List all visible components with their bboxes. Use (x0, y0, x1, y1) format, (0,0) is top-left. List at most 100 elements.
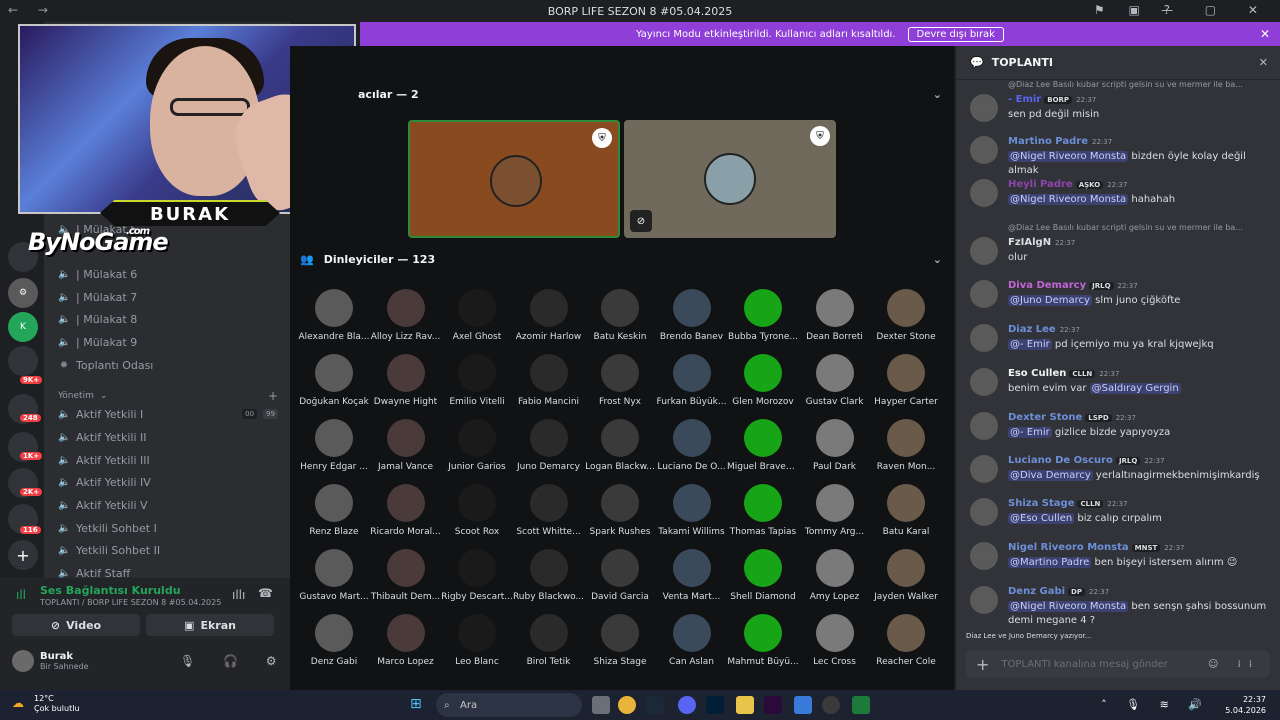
user-mention[interactable]: @- Emir (1008, 427, 1052, 438)
voice-status[interactable]: Ses Bağlantısı Kuruldu (40, 584, 181, 597)
message-author[interactable]: Diaz Lee 22:37 (1008, 324, 1080, 335)
user-panel[interactable]: Burak Bir Sahnede 🎙 🎧 ⚙ (12, 650, 277, 672)
listener-item[interactable]: Amy Lopez (799, 549, 871, 602)
listener-item[interactable]: Paul Dark (799, 419, 871, 472)
listener-item[interactable]: Alexandre Bla... (298, 289, 370, 342)
message-author[interactable]: Eso Cullen CLLN 22:37 (1008, 368, 1119, 379)
emoji-icon[interactable]: ☺ ⁞⁞ (1208, 659, 1260, 670)
listener-item[interactable]: Azomir Harlow (513, 289, 585, 342)
chevron-down-icon[interactable]: ⌄ (933, 253, 942, 266)
listener-item[interactable]: Mahmut Büyü... (727, 614, 799, 667)
user-mention[interactable]: @Martino Padre (1008, 557, 1092, 568)
listener-item[interactable]: Hayper Carter (870, 354, 942, 407)
listener-item[interactable]: Renz Blaze (298, 484, 370, 537)
speakers-header[interactable]: acılar — 2 ⌄ (358, 84, 954, 104)
task-view-icon[interactable] (592, 696, 610, 714)
listener-item[interactable]: Luciano De O... (656, 419, 728, 472)
screen-share-button[interactable]: ▣ Ekran (146, 614, 274, 636)
avatar[interactable] (970, 94, 998, 122)
listener-item[interactable]: Furkan Büyük... (656, 354, 728, 407)
listener-item[interactable]: Shiza Stage (584, 614, 656, 667)
file-explorer-icon[interactable] (736, 696, 754, 714)
listener-item[interactable]: Dean Borreti (799, 289, 871, 342)
channel-yetkili-sohbet-2[interactable]: 🔈 Yetkili Sohbet II (58, 540, 160, 560)
message-author[interactable]: Nigel Riveoro Monsta MNST 22:37 (1008, 542, 1184, 553)
disable-streamer-mode-button[interactable]: Devre dışı bırak (907, 26, 1004, 42)
soundboard-icon[interactable]: ıllı (232, 588, 245, 602)
listener-item[interactable]: Batu Keskin (584, 289, 656, 342)
listener-item[interactable]: Miguel Braven... (727, 419, 799, 472)
listener-item[interactable]: Juno Demarcy (513, 419, 585, 472)
listener-item[interactable]: Gustav Clark (799, 354, 871, 407)
steam-icon[interactable] (646, 696, 664, 714)
speaker-tile[interactable]: ⛨ (408, 120, 620, 238)
message-author[interactable]: Diva Demarcy JRLQ 22:37 (1008, 280, 1138, 291)
excel-icon[interactable] (852, 696, 870, 714)
listener-item[interactable]: Spark Rushes (584, 484, 656, 537)
message-author[interactable]: Denz Gabi DP 22:37 (1008, 586, 1109, 597)
add-channel-icon[interactable]: + (268, 389, 278, 403)
listener-item[interactable]: Bubba Tyrone... (727, 289, 799, 342)
channel-aktif-yetkili-2[interactable]: 🔈 Aktif Yetkili II (58, 427, 147, 447)
avatar[interactable] (970, 324, 998, 352)
avatar[interactable] (970, 586, 998, 614)
taskbar-search[interactable]: ⌕ Ara (436, 693, 582, 717)
avatar[interactable] (970, 412, 998, 440)
server-icon[interactable] (8, 346, 38, 376)
chevron-down-icon[interactable]: ⌄ (933, 88, 942, 101)
premiere-icon[interactable] (764, 696, 782, 714)
system-tray[interactable]: ˄ 🎙 ≋ 🔊 (1101, 698, 1210, 711)
app-icon[interactable] (794, 696, 812, 714)
listener-item[interactable]: Glen Morozov (727, 354, 799, 407)
avatar[interactable] (970, 136, 998, 164)
disconnect-icon[interactable]: ☎ (258, 586, 273, 600)
listener-item[interactable]: Gustavo Mart... (298, 549, 370, 602)
listener-item[interactable]: Logan Blackw... (584, 419, 656, 472)
avatar[interactable] (970, 455, 998, 483)
listener-item[interactable]: Tommy Arg... (799, 484, 871, 537)
message-author[interactable]: Luciano De Oscuro JRLQ 22:37 (1008, 455, 1165, 466)
server-icon[interactable]: K (8, 312, 38, 342)
listener-item[interactable]: Ricardo Moral... (370, 484, 442, 537)
listener-item[interactable]: Scoot Rox (441, 484, 513, 537)
user-mention[interactable]: @Nigel Riveoro Monsta (1008, 151, 1129, 162)
message-author[interactable]: Shiza Stage CLLN 22:37 (1008, 498, 1128, 509)
listener-item[interactable]: Rigby Descart... (441, 549, 513, 602)
start-icon[interactable]: ⊞ (410, 696, 422, 712)
reply-preview[interactable]: @Diaz Lee Basılı kubar scripti gelsin su… (1008, 80, 1270, 89)
photoshop-icon[interactable] (706, 696, 724, 714)
channel-aktif-yetkili-4[interactable]: 🔈 Aktif Yetkili IV (58, 472, 151, 492)
user-mention[interactable]: @Eso Cullen (1008, 513, 1075, 524)
listener-item[interactable]: Dwayne Hight (370, 354, 442, 407)
listener-item[interactable]: Denz Gabi (298, 614, 370, 667)
channel-mulakat-8[interactable]: 🔈 | Mülakat 8 (58, 309, 137, 329)
listener-item[interactable]: Raven Mon... (870, 419, 942, 472)
user-mention[interactable]: @- Emir (1008, 339, 1052, 350)
listener-item[interactable]: Fabio Mancini (513, 354, 585, 407)
listener-item[interactable]: Thibault Dem... (370, 549, 442, 602)
obs-icon[interactable] (822, 696, 840, 714)
channel-yetkili-sohbet-1[interactable]: 🔈 Yetkili Sohbet I (58, 518, 157, 538)
avatar[interactable] (12, 650, 34, 672)
listener-item[interactable]: Can Aslan (656, 614, 728, 667)
listener-item[interactable]: Dexter Stone (870, 289, 942, 342)
category-yonetim[interactable]: Yönetim ⌄ + (58, 389, 278, 403)
close-banner-icon[interactable]: ✕ (1260, 27, 1270, 41)
listener-item[interactable]: Ruby Blackwo... (513, 549, 585, 602)
avatar[interactable] (970, 280, 998, 308)
listener-item[interactable]: Lec Cross (799, 614, 871, 667)
discord-icon[interactable] (678, 696, 696, 714)
listener-item[interactable]: Brendo Banev (656, 289, 728, 342)
message-author[interactable]: Heyli Padre AŞKO 22:37 (1008, 179, 1127, 190)
chrome-icon[interactable] (618, 696, 636, 714)
speaker-tile[interactable]: ⛨ ⊘ (624, 120, 836, 238)
reply-preview[interactable]: @Diaz Lee Basılı kubar scripti gelsin su… (1008, 223, 1270, 232)
chat-input[interactable]: + TOPLANTI kanalına mesaj gönder ☺ ⁞⁞ (966, 650, 1270, 678)
user-mention[interactable]: @Nigel Riveoro Monsta (1008, 601, 1129, 612)
taskbar-clock[interactable]: 22:37 5.04.2026 (1225, 694, 1266, 716)
avatar[interactable] (970, 498, 998, 526)
channel-aktif-yetkili-5[interactable]: 🔈 Aktif Yetkili V (58, 495, 148, 515)
listener-item[interactable]: Jamal Vance (370, 419, 442, 472)
listener-item[interactable]: Scott Whitte... (513, 484, 585, 537)
avatar[interactable] (970, 237, 998, 265)
